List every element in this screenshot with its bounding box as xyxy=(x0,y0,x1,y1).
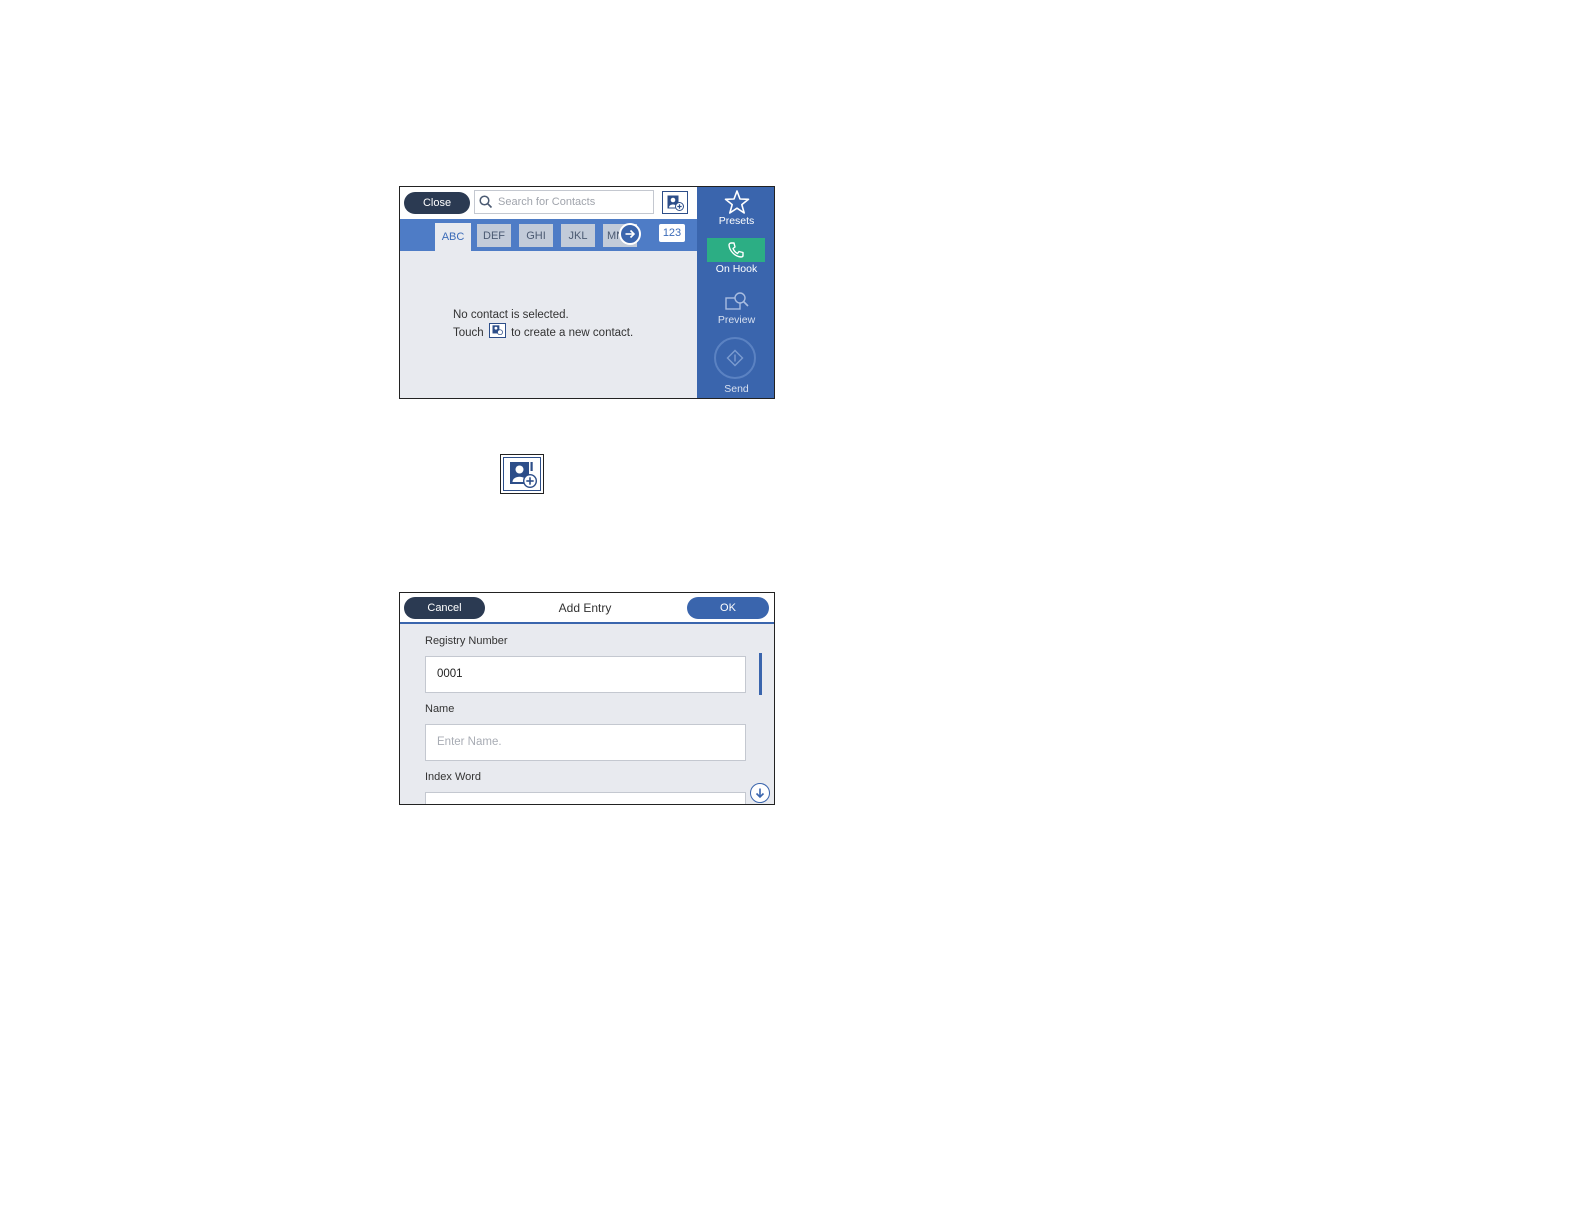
add-contact-icon xyxy=(488,323,506,338)
add-contact-button[interactable] xyxy=(662,191,688,214)
presets-button[interactable]: Presets xyxy=(697,189,774,227)
preview-button[interactable]: Preview xyxy=(697,290,774,326)
cancel-button[interactable]: Cancel xyxy=(404,597,485,619)
add-contact-icon xyxy=(510,462,537,488)
on-hook-label: On Hook xyxy=(715,263,758,275)
empty-line-2: Touch to create a new contact. xyxy=(453,323,633,341)
tabs-next-button[interactable] xyxy=(619,223,641,245)
close-button[interactable]: Close xyxy=(404,192,470,214)
on-hook-button[interactable] xyxy=(707,238,765,262)
scrollbar[interactable] xyxy=(759,653,762,695)
ok-button[interactable]: OK xyxy=(687,597,769,619)
tab-def[interactable]: DEF xyxy=(477,224,511,247)
preview-label: Preview xyxy=(717,314,756,326)
tab-123[interactable]: 123 xyxy=(659,224,685,242)
send-icon xyxy=(726,349,744,367)
search-input[interactable]: Search for Contacts xyxy=(474,190,654,214)
alphabet-tabs: ABC DEF GHI JKL MN 123 xyxy=(400,219,697,251)
add-contact-icon-callout xyxy=(500,454,544,494)
preview-icon xyxy=(724,292,749,310)
scroll-down-button[interactable] xyxy=(750,783,770,803)
tab-ghi[interactable]: GHI xyxy=(519,224,553,247)
empty-line-2-prefix: Touch xyxy=(453,327,484,339)
search-icon xyxy=(479,195,493,209)
contacts-screen: Close Search for Contacts ABC DEF GHI JK… xyxy=(399,186,775,399)
page-title: Add Entry xyxy=(558,601,612,615)
arrow-down-icon xyxy=(755,788,765,799)
send-label: Send xyxy=(724,383,749,395)
add-entry-topbar: Cancel Add Entry OK xyxy=(400,593,774,624)
presets-label: Presets xyxy=(718,215,755,227)
empty-line-1: No contact is selected. xyxy=(453,309,569,321)
registry-number-label: Registry Number xyxy=(425,635,508,647)
search-placeholder: Search for Contacts xyxy=(498,196,596,208)
index-word-field[interactable] xyxy=(425,792,746,804)
name-field[interactable]: Enter Name. xyxy=(425,724,746,761)
add-entry-screen: Cancel Add Entry OK Registry Number 0001… xyxy=(399,592,775,805)
phone-icon xyxy=(728,242,744,258)
add-contact-icon-frame xyxy=(503,457,541,491)
tab-abc[interactable]: ABC xyxy=(435,223,471,251)
fax-sidebar: Presets On Hook Preview Send xyxy=(697,187,774,398)
name-label: Name xyxy=(425,703,455,715)
star-icon xyxy=(724,190,749,214)
empty-line-2-suffix: to create a new contact. xyxy=(511,327,634,339)
empty-contacts-message: No contact is selected. Touch to create … xyxy=(453,308,633,341)
registry-number-field[interactable]: 0001 xyxy=(425,656,746,693)
arrow-right-icon xyxy=(625,229,636,239)
tab-jkl[interactable]: JKL xyxy=(561,224,595,247)
contacts-topbar: Close Search for Contacts xyxy=(400,187,697,219)
send-button[interactable] xyxy=(714,337,756,379)
add-contact-icon xyxy=(667,195,684,211)
index-word-label: Index Word xyxy=(425,771,482,783)
